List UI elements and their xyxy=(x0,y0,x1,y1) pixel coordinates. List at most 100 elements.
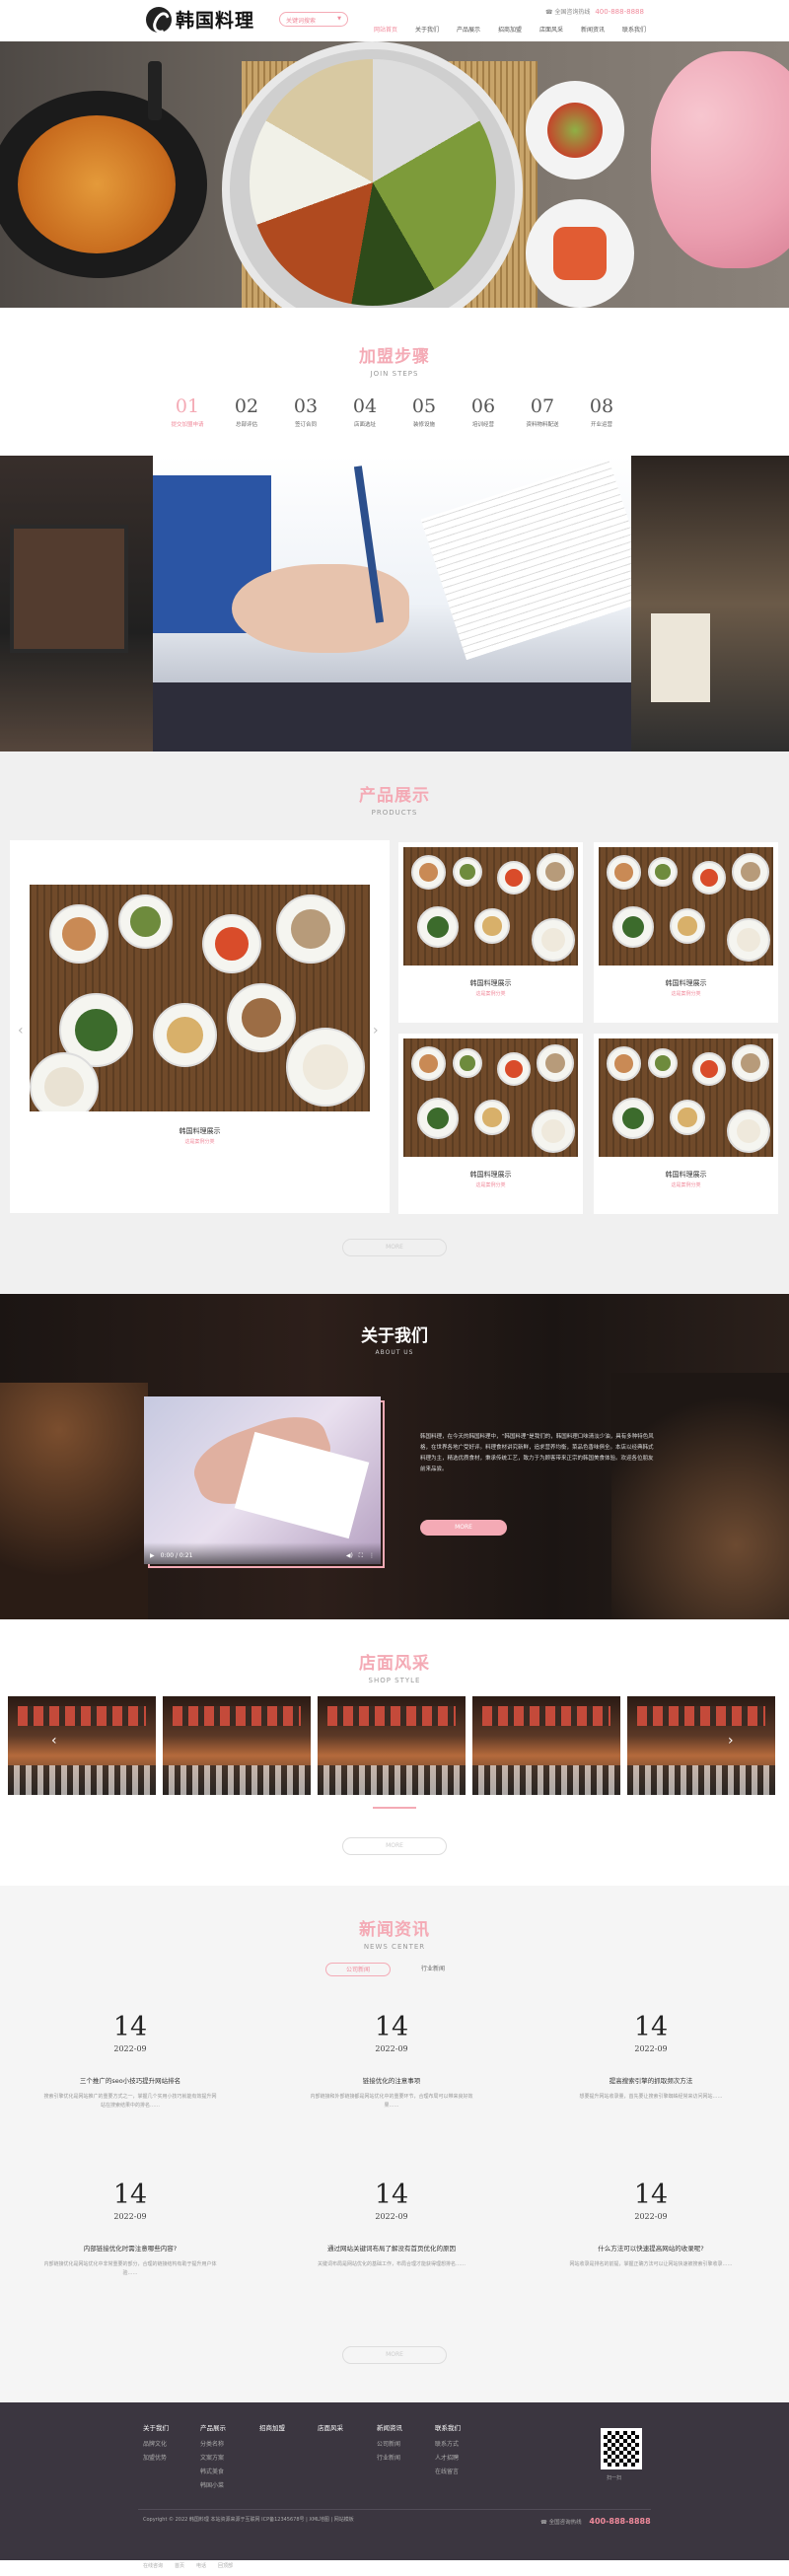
footer-link[interactable]: 文案方案 xyxy=(200,2453,226,2462)
product-card[interactable]: 韩国料理展示 这是案例分类 xyxy=(398,842,583,1023)
shop-photo[interactable] xyxy=(318,1696,466,1795)
arrow-left-icon[interactable]: ‹ xyxy=(51,1733,57,1749)
step-item[interactable]: 02 总部评估 xyxy=(217,395,276,428)
footer-hotline: ☎ 全国咨询热线 400-888-8888 xyxy=(540,2517,651,2526)
flowers-image xyxy=(651,51,789,268)
about-video[interactable]: ▶ 0:00 / 0:21 ◀) ⛶ ⋮ xyxy=(144,1396,381,1564)
section-title: 产品展示 xyxy=(359,786,430,806)
section-subtitle: JOIN STEPS xyxy=(370,370,419,378)
footer-link[interactable]: 行业新闻 xyxy=(377,2453,402,2462)
step-label: 提交加盟申请 xyxy=(171,422,204,428)
shop-photo[interactable] xyxy=(8,1696,156,1795)
news-month: 2022-09 xyxy=(113,2044,147,2053)
product-image xyxy=(599,1038,773,1157)
qr-code xyxy=(601,2428,642,2469)
site-footer: 关于我们 品牌文化 加盟优势 产品展示 分类名称 文案方案 韩式美食 韩国小菜 … xyxy=(0,2402,789,2560)
products-more-button[interactable]: MORE xyxy=(342,1239,447,1256)
step-item[interactable]: 01 提交加盟申请 xyxy=(158,395,217,428)
arrow-right-icon[interactable]: › xyxy=(728,1733,734,1749)
footer-column: 关于我们 品牌文化 加盟优势 xyxy=(143,2422,169,2467)
product-name: 韩国料理展示 xyxy=(469,979,512,987)
section-title: 店面风采 xyxy=(359,1654,430,1674)
news-item[interactable]: 14 2022-09 三个推广的seo小技巧提升网站排名 搜索引擎优化是网站推广… xyxy=(32,2012,229,2111)
search-input[interactable]: 关键词搜索 ▼ xyxy=(279,12,348,27)
tab-company-news[interactable]: 公司新闻 xyxy=(325,1963,391,1976)
news-item[interactable]: 14 2022-09 通过网站关键词布局了解没有首页优化的原因 关键词布局是网站… xyxy=(293,2180,490,2269)
footer-link[interactable]: 韩国小菜 xyxy=(200,2480,226,2489)
news-item[interactable]: 14 2022-09 内部链接优化时需注意哪些内容? 内部链接优化是网站优化中非… xyxy=(32,2180,229,2278)
step-item[interactable]: 07 资料物料配送 xyxy=(513,395,572,428)
tab-industry-news[interactable]: 行业新闻 xyxy=(400,1963,466,1976)
product-image xyxy=(30,885,370,1111)
nav-item-contact[interactable]: 联系我们 xyxy=(613,25,655,34)
news-item[interactable]: 14 2022-09 提高搜索引擎的抓取频次方法 想要提升网站收录量，首先要让搜… xyxy=(552,2012,750,2102)
footer-link[interactable]: 公司新闻 xyxy=(377,2439,402,2448)
footer-link[interactable]: 在线留言 xyxy=(435,2467,461,2475)
product-image xyxy=(403,847,578,966)
bottom-link-top[interactable]: 回顶部 xyxy=(218,2562,233,2576)
more-options-icon[interactable]: ⋮ xyxy=(369,1552,375,1564)
product-name: 韩国料理展示 xyxy=(469,1171,512,1179)
video-controls: ▶ 0:00 / 0:21 ◀) ⛶ ⋮ xyxy=(144,1542,381,1564)
news-summary: 网站收录是排名的前提，掌握正确方法可以让网站快速被搜索引擎收录…… xyxy=(569,2261,733,2267)
product-card[interactable]: 韩国料理展示 这是案例分类 xyxy=(398,1034,583,1214)
footer-link[interactable]: 分类名称 xyxy=(200,2439,226,2448)
nav-item-news[interactable]: 新闻资讯 xyxy=(572,25,613,34)
about-section: 关于我们 ABOUT US ▶ 0:00 / 0:21 ◀) ⛶ ⋮ 韩国料理，… xyxy=(0,1294,789,1619)
product-card[interactable]: 韩国料理展示 这是案例分类 xyxy=(594,842,778,1023)
footer-link[interactable]: 人才招聘 xyxy=(435,2453,461,2462)
bottom-link-consult[interactable]: 在线咨询 xyxy=(143,2562,163,2576)
news-summary: 关键词布局是网站优化的基础工作，布局合理才能获得理想排名…… xyxy=(317,2261,466,2267)
news-month: 2022-09 xyxy=(375,2044,408,2053)
shop-more-button[interactable]: MORE xyxy=(342,1837,447,1855)
play-icon[interactable]: ▶ xyxy=(150,1552,155,1564)
news-title[interactable]: 通过网站关键词布局了解没有首页优化的原因 xyxy=(293,2243,490,2253)
nav-item-shop[interactable]: 店面风采 xyxy=(531,25,572,34)
news-title[interactable]: 什么方法可以快速提高网站的收录呢? xyxy=(552,2243,750,2253)
nav-item-about[interactable]: 关于我们 xyxy=(406,25,448,34)
step-label: 装修设施 xyxy=(412,422,435,428)
nav-item-join[interactable]: 招商加盟 xyxy=(489,25,531,34)
news-item[interactable]: 14 2022-09 链接优化的注意事项 内部链接和外部链接都是网站优化中的重要… xyxy=(293,2012,490,2111)
news-title[interactable]: 三个推广的seo小技巧提升网站排名 xyxy=(32,2075,229,2085)
news-item[interactable]: 14 2022-09 什么方法可以快速提高网站的收录呢? 网站收录是排名的前提，… xyxy=(552,2180,750,2269)
volume-icon[interactable]: ◀) xyxy=(346,1552,353,1564)
shop-photo[interactable] xyxy=(163,1696,311,1795)
news-title[interactable]: 链接优化的注意事项 xyxy=(293,2075,490,2085)
footer-column-head[interactable]: 联系我们 xyxy=(435,2422,461,2432)
footer-link[interactable]: 联系方式 xyxy=(435,2439,461,2448)
shop-photo[interactable] xyxy=(472,1696,620,1795)
footer-column-head[interactable]: 关于我们 xyxy=(143,2422,169,2432)
footer-column-head[interactable]: 招商加盟 xyxy=(259,2422,285,2432)
news-more-button[interactable]: MORE xyxy=(342,2346,447,2364)
nav-item-home[interactable]: 网站首页 xyxy=(365,25,406,34)
footer-link[interactable]: 韩式美食 xyxy=(200,2467,226,2475)
nav-item-products[interactable]: 产品展示 xyxy=(448,25,489,34)
logo[interactable]: 韩国料理 xyxy=(146,6,254,33)
step-item[interactable]: 03 签订合同 xyxy=(276,395,335,428)
footer-column-head[interactable]: 产品展示 xyxy=(200,2422,226,2432)
bottom-link-home[interactable]: 首页 xyxy=(175,2562,184,2576)
news-title[interactable]: 提高搜索引擎的抓取频次方法 xyxy=(552,2075,750,2085)
footer-link[interactable]: 加盟优势 xyxy=(143,2453,169,2462)
step-item[interactable]: 05 装修设施 xyxy=(394,395,454,428)
product-card[interactable]: 韩国料理展示 这是案例分类 xyxy=(594,1034,778,1214)
about-more-button[interactable]: MORE xyxy=(420,1520,507,1536)
step-item[interactable]: 04 店面选址 xyxy=(335,395,394,428)
footer-column: 产品展示 分类名称 文案方案 韩式美食 韩国小菜 xyxy=(200,2422,226,2494)
news-day: 14 xyxy=(374,2180,409,2210)
arrow-right-icon[interactable]: › xyxy=(373,1023,379,1038)
news-section: 新闻资讯 NEWS CENTER 公司新闻 行业新闻 14 2022-09 三个… xyxy=(0,1886,789,2402)
shop-photo[interactable] xyxy=(627,1696,775,1795)
step-item[interactable]: 06 培训经营 xyxy=(454,395,513,428)
news-title[interactable]: 内部链接优化时需注意哪些内容? xyxy=(32,2243,229,2253)
bottom-link-phone[interactable]: 电话 xyxy=(196,2562,206,2576)
fullscreen-icon[interactable]: ⛶ xyxy=(359,1552,363,1564)
arrow-left-icon[interactable]: ‹ xyxy=(18,1023,24,1038)
footer-column-head[interactable]: 新闻资讯 xyxy=(377,2422,402,2432)
footer-column-head[interactable]: 店面风采 xyxy=(318,2422,343,2432)
news-day: 14 xyxy=(633,2180,669,2210)
product-card-featured[interactable]: 韩国料理展示 这是案例分类 ‹ › xyxy=(10,840,390,1213)
step-item[interactable]: 08 开业运营 xyxy=(572,395,631,428)
footer-link[interactable]: 品牌文化 xyxy=(143,2439,169,2448)
